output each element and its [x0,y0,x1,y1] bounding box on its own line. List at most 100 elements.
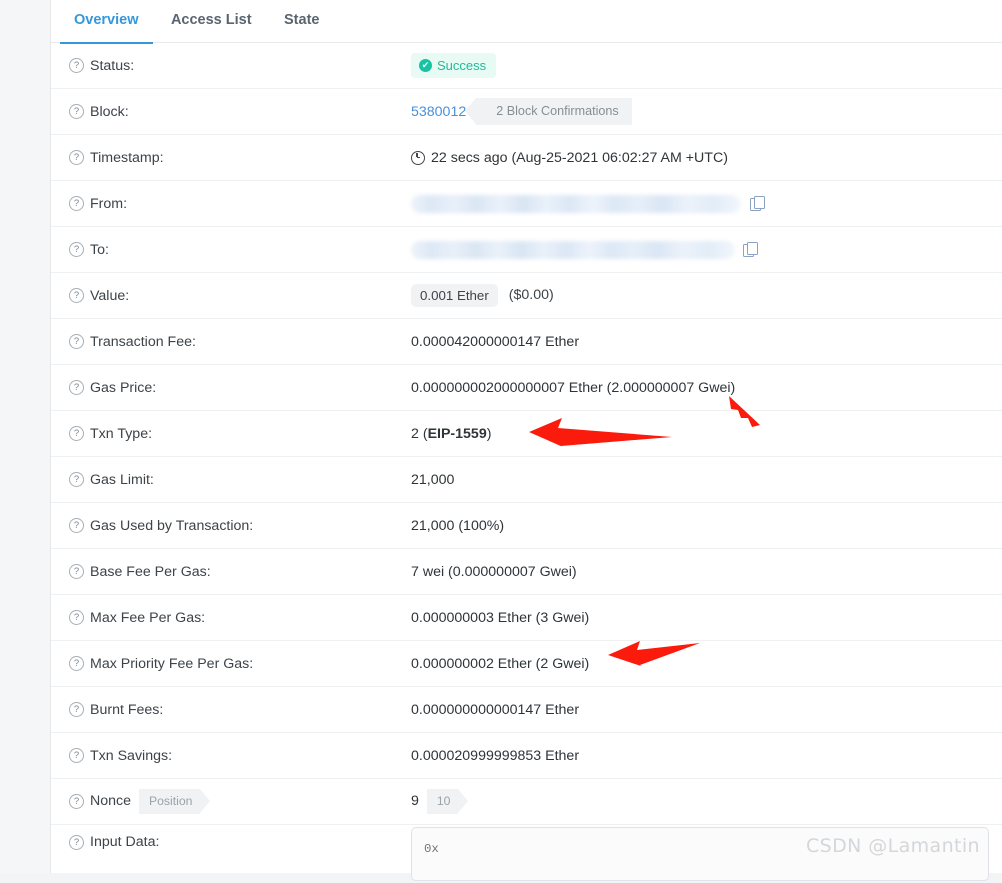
label-txn-savings: Txn Savings: [90,747,173,764]
row-max-priority-fee: ? Max Priority Fee Per Gas: 0.000000002 … [51,641,1002,687]
value-burnt-fees: 0.000000000000147 Ether [411,701,580,718]
help-circle-icon[interactable]: ? [69,104,84,119]
label-txn-type: Txn Type: [90,425,153,442]
tab-overview[interactable]: Overview [60,0,153,44]
help-circle-icon[interactable]: ? [69,196,84,211]
value-nonce-cell: 9 10 [411,789,1002,814]
value-gas-limit: 21,000 [411,471,455,488]
tab-access-list[interactable]: Access List [157,0,266,43]
txn-type-eip: EIP-1559 [427,425,487,442]
overview-rows: ? Status: ✔ Success ? Block: 5380012 2 B… [51,43,1002,883]
label-gas-used-cell: ? Gas Used by Transaction: [69,518,411,534]
row-timestamp: ? Timestamp: 22 secs ago (Aug-25-2021 06… [51,135,1002,181]
check-circle-icon: ✔ [419,59,432,72]
value-gas-used: 21,000 (100%) [411,517,505,534]
nonce-index-badge: 10 [426,789,468,814]
help-circle-icon[interactable]: ? [69,518,84,533]
label-nonce-cell: ? Nonce Position [69,789,411,814]
txn-type-suffix: ) [486,425,492,442]
row-gas-limit: ? Gas Limit: 21,000 [51,457,1002,503]
label-gas-used: Gas Used by Transaction: [90,517,254,534]
help-circle-icon[interactable]: ? [69,472,84,487]
label-txn-type-cell: ? Txn Type: [69,426,411,442]
label-to-cell: ? To: [69,242,411,258]
label-block: Block: [90,103,129,120]
tab-bar: Overview Access List State [51,0,1002,44]
to-address-redacted[interactable] [411,240,735,259]
label-status-cell: ? Status: [69,58,411,74]
label-gas-price-cell: ? Gas Price: [69,380,411,396]
label-from: From: [90,195,128,212]
help-circle-icon[interactable]: ? [69,748,84,763]
label-base-fee-cell: ? Base Fee Per Gas: [69,564,411,580]
timestamp-text: 22 secs ago (Aug-25-2021 06:02:27 AM +UT… [431,149,728,166]
row-nonce: ? Nonce Position 9 10 [51,779,1002,825]
row-gas-used: ? Gas Used by Transaction: 21,000 (100%) [51,503,1002,549]
row-max-fee: ? Max Fee Per Gas: 0.000000003 Ether (3 … [51,595,1002,641]
label-value: Value: [90,287,130,304]
clock-icon [411,150,425,165]
nonce-value: 9 [411,793,419,810]
tab-state[interactable]: State [270,0,333,43]
row-value: ? Value: 0.001 Ether ($0.00) [51,273,1002,319]
help-circle-icon[interactable]: ? [69,702,84,717]
value-to-cell [411,240,1002,259]
label-timestamp: Timestamp: [90,149,164,166]
label-max-priority-fee: Max Priority Fee Per Gas: [90,655,254,672]
block-number-link[interactable]: 5380012 [411,104,466,120]
row-from: ? From: [51,181,1002,227]
row-to: ? To: [51,227,1002,273]
status-badge: ✔ Success [411,53,497,78]
copy-icon[interactable] [743,242,758,257]
value-block-cell: 5380012 2 Block Confirmations [411,98,1002,125]
label-txn-savings-cell: ? Txn Savings: [69,748,411,764]
copy-icon[interactable] [750,196,765,211]
value-amount-cell: 0.001 Ether ($0.00) [411,283,1002,308]
label-input-data: Input Data: [90,834,160,850]
label-max-priority-fee-cell: ? Max Priority Fee Per Gas: [69,656,411,672]
help-circle-icon[interactable]: ? [69,150,84,165]
help-circle-icon[interactable]: ? [69,334,84,349]
txn-type-prefix: 2 ( [411,425,428,442]
value-base-fee: 7 wei (0.000000007 Gwei) [411,563,577,580]
row-status: ? Status: ✔ Success [51,43,1002,89]
row-base-fee: ? Base Fee Per Gas: 7 wei (0.000000007 G… [51,549,1002,595]
help-circle-icon[interactable]: ? [69,656,84,671]
label-burnt-fees: Burnt Fees: [90,701,164,718]
help-circle-icon[interactable]: ? [69,564,84,579]
help-circle-icon[interactable]: ? [69,834,84,850]
label-from-cell: ? From: [69,196,411,212]
help-circle-icon[interactable]: ? [69,58,84,73]
from-address-redacted[interactable] [411,194,741,213]
label-transaction-fee-cell: ? Transaction Fee: [69,334,411,350]
nonce-position-badge: Position [139,789,211,814]
label-max-fee: Max Fee Per Gas: [90,609,206,626]
label-timestamp-cell: ? Timestamp: [69,150,411,166]
help-circle-icon[interactable]: ? [69,242,84,257]
label-base-fee: Base Fee Per Gas: [90,563,211,580]
page-root: Overview Access List State ? Status: ✔ S… [0,0,1002,881]
help-circle-icon[interactable]: ? [69,793,84,809]
label-gas-limit: Gas Limit: [90,471,154,488]
label-gas-limit-cell: ? Gas Limit: [69,472,411,488]
label-block-cell: ? Block: [69,104,411,120]
label-value-cell: ? Value: [69,288,411,304]
help-circle-icon[interactable]: ? [69,380,84,395]
help-circle-icon[interactable]: ? [69,426,84,441]
value-gas-price: 0.000000002000000007 Ether (2.000000007 … [411,379,736,396]
row-gas-price: ? Gas Price: 0.000000002000000007 Ether … [51,365,1002,411]
row-txn-savings: ? Txn Savings: 0.000020999999853 Ether [51,733,1002,779]
label-to: To: [90,241,109,258]
row-transaction-fee: ? Transaction Fee: 0.000042000000147 Eth… [51,319,1002,365]
value-usd: ($0.00) [508,287,554,304]
value-txn-type-cell: 2 (EIP-1559) [411,426,1002,442]
status-badge-label: Success [437,58,487,73]
value-transaction-fee: 0.000042000000147 Ether [411,333,580,350]
help-circle-icon[interactable]: ? [69,288,84,303]
label-gas-price: Gas Price: [90,379,157,396]
label-status: Status: [90,57,135,74]
label-input-data-cell: ? Input Data: [69,825,411,850]
help-circle-icon[interactable]: ? [69,610,84,625]
value-max-fee: 0.000000003 Ether (3 Gwei) [411,609,590,626]
label-max-fee-cell: ? Max Fee Per Gas: [69,610,411,626]
